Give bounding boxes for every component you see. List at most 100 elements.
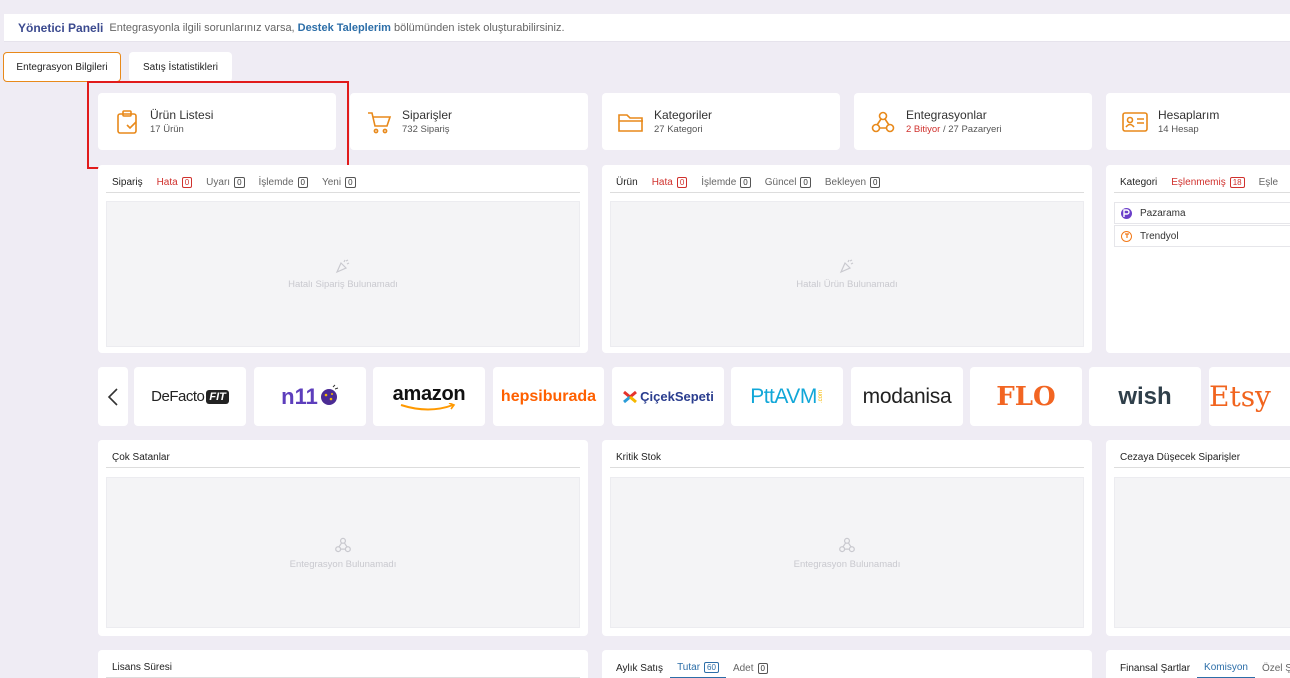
tab-special-terms[interactable]: Özel Şa <box>1255 658 1290 678</box>
tab-product-updated[interactable]: Güncel 0 <box>758 173 818 192</box>
count-badge: 0 <box>676 176 688 188</box>
tab-label: Bekleyen <box>824 177 867 188</box>
support-requests-link[interactable]: Destek Taleplerim <box>298 22 391 34</box>
stat-value: 2 Bitiyor / 27 Pazaryeri <box>906 124 1002 135</box>
carousel-prev-button[interactable] <box>98 367 128 426</box>
tab-label: Güncel <box>764 177 797 188</box>
tab-label: Eşlenmemiş <box>1171 176 1226 188</box>
folder-icon <box>616 107 646 137</box>
marketplace-name: Pazarama <box>1140 207 1186 219</box>
panel-title: Finansal Şartlar <box>1120 662 1191 674</box>
tab-product-processing[interactable]: İşlemde 0 <box>694 173 757 192</box>
tab-label: Hata <box>156 176 178 188</box>
logo-n11[interactable]: n11 <box>254 367 366 426</box>
stat-value: 732 Sipariş <box>402 124 450 135</box>
id-card-icon <box>1120 107 1150 137</box>
logo-pttavm[interactable]: PttAVM .com <box>731 367 843 426</box>
empty-message: Entegrasyon Bulunamadı <box>793 558 901 570</box>
count-badge: 0 <box>740 177 751 188</box>
logo-amazon[interactable]: amazon <box>373 367 485 426</box>
logo-text: wish <box>1118 382 1172 410</box>
count-badge: 0 <box>345 177 356 188</box>
logo-wish[interactable]: wish <box>1089 367 1201 426</box>
logo-text: FLO <box>996 381 1056 412</box>
logo-defacto[interactable]: DeFacto FIT <box>134 367 246 426</box>
logo-etsy[interactable]: Etsy <box>1209 367 1290 426</box>
tab-quantity[interactable]: Adet 0 <box>726 658 775 678</box>
cart-icon <box>364 107 394 137</box>
panel-title: Aylık Satış <box>616 662 664 674</box>
empty-message: Entegrasyon Bulunamadı <box>289 558 397 570</box>
logo-text: DeFacto <box>151 388 205 405</box>
tab-integration-info[interactable]: Entegrasyon Bilgileri <box>3 52 121 82</box>
count-badge: 0 <box>181 176 193 188</box>
stat-label: Entegrasyonlar <box>906 108 987 122</box>
panel-header: Lisans Süresi <box>106 658 580 678</box>
amazon-smile-icon <box>400 402 456 410</box>
tab-unmapped[interactable]: Eşlenmemiş 18 <box>1164 173 1252 192</box>
penalty-orders-panel: Cezaya Düşecek Siparişler <box>1106 440 1290 636</box>
stat-card-integrations[interactable]: Entegrasyonlar 2 Bitiyor / 27 Pazaryeri <box>854 93 1092 150</box>
tab-order-processing[interactable]: İşlemde 0 <box>252 173 315 192</box>
empty-state <box>1114 477 1290 628</box>
stat-card-accounts[interactable]: Hesaplarım 14 Hesap <box>1106 93 1290 150</box>
tab-label: Yeni <box>321 177 342 188</box>
logo-ciceksepeti[interactable]: ÇiçekSepeti <box>612 367 724 426</box>
order-errors-panel: Sipariş Hata 0 Uyarı 0 İşlemde 0 Yeni 0 Hata… <box>98 165 588 353</box>
logo-modanisa[interactable]: modanisa <box>851 367 963 426</box>
count-badge: 0 <box>800 177 811 188</box>
tab-sales-stats[interactable]: Satış İstatistikleri <box>129 52 232 82</box>
marketplace-count: 27 Pazaryeri <box>948 124 1002 135</box>
stat-card-products[interactable]: Ürün Listesi 17 Ürün <box>98 93 336 150</box>
chevron-left-icon <box>107 387 118 406</box>
marketplace-name: Trendyol <box>1140 230 1179 242</box>
license-panel: Lisans Süresi <box>98 650 588 678</box>
webhook-icon <box>868 107 898 137</box>
info-bar: Yönetici Paneli Entegrasyonla ilgili sor… <box>4 14 1290 42</box>
party-popper-icon <box>839 259 854 274</box>
party-popper-icon <box>335 259 350 274</box>
logo-hepsiburada[interactable]: hepsiburada <box>493 367 604 426</box>
ciceksepeti-flower-icon <box>623 390 638 403</box>
logo-flo[interactable]: FLO <box>970 367 1082 426</box>
tab-mapped[interactable]: Eşle <box>1252 173 1285 192</box>
list-item[interactable]: Pazarama <box>1114 202 1290 224</box>
logo-badge: FIT <box>206 389 229 404</box>
webhook-icon <box>839 537 855 552</box>
tab-order-new[interactable]: Yeni 0 <box>315 173 363 192</box>
financial-terms-panel: Finansal Şartlar Komisyon Özel Şa <box>1106 650 1290 678</box>
stat-value: 17 Ürün <box>150 124 184 135</box>
pazarama-icon <box>1121 207 1132 219</box>
trendyol-icon <box>1121 230 1132 242</box>
logo-text: modanisa <box>862 384 952 408</box>
logo-text: Etsy <box>1209 380 1271 413</box>
logo-suffix: .com <box>817 389 824 403</box>
tab-amount[interactable]: Tutar 60 <box>670 658 726 678</box>
tab-order-errors[interactable]: Hata 0 <box>149 173 200 192</box>
panel-title: Sipariş <box>112 177 143 188</box>
panel-header: Cezaya Düşecek Siparişler <box>1114 448 1290 468</box>
best-sellers-panel: Çok Satanlar Entegrasyon Bulunamadı <box>98 440 588 636</box>
tab-order-warnings[interactable]: Uyarı 0 <box>199 173 251 192</box>
panel-title: Cezaya Düşecek Siparişler <box>1120 452 1241 463</box>
panel-header: Finansal Şartlar Komisyon Özel Şa <box>1114 658 1290 678</box>
logo-text: PttAVM <box>750 384 817 408</box>
panel-title: Çok Satanlar <box>112 452 170 463</box>
count-badge: 0 <box>757 662 768 674</box>
empty-message: Hatalı Ürün Bulunamadı <box>796 279 898 290</box>
clipboard-check-icon <box>112 107 142 137</box>
panel-header: Çok Satanlar <box>106 448 580 468</box>
stat-value: 14 Hesap <box>1158 124 1199 135</box>
stat-label: Ürün Listesi <box>150 108 214 122</box>
stat-card-categories[interactable]: Kategoriler 27 Kategori <box>602 93 840 150</box>
list-item[interactable]: Trendyol <box>1114 225 1290 247</box>
tab-label: Uyarı <box>206 177 231 188</box>
critical-stock-panel: Kritik Stok Entegrasyon Bulunamadı <box>602 440 1092 636</box>
tab-commission[interactable]: Komisyon <box>1197 658 1255 678</box>
logo-text: hepsiburada <box>500 387 597 405</box>
tab-product-pending[interactable]: Bekleyen 0 <box>818 173 888 192</box>
tab-product-errors[interactable]: Hata 0 <box>644 173 695 192</box>
category-mapping-panel: Kategori Eşlenmemiş 18 Eşle Pazarama Tren… <box>1106 165 1290 353</box>
panel-title: Kritik Stok <box>616 452 662 463</box>
stat-card-orders[interactable]: Siparişler 732 Sipariş <box>350 93 588 150</box>
